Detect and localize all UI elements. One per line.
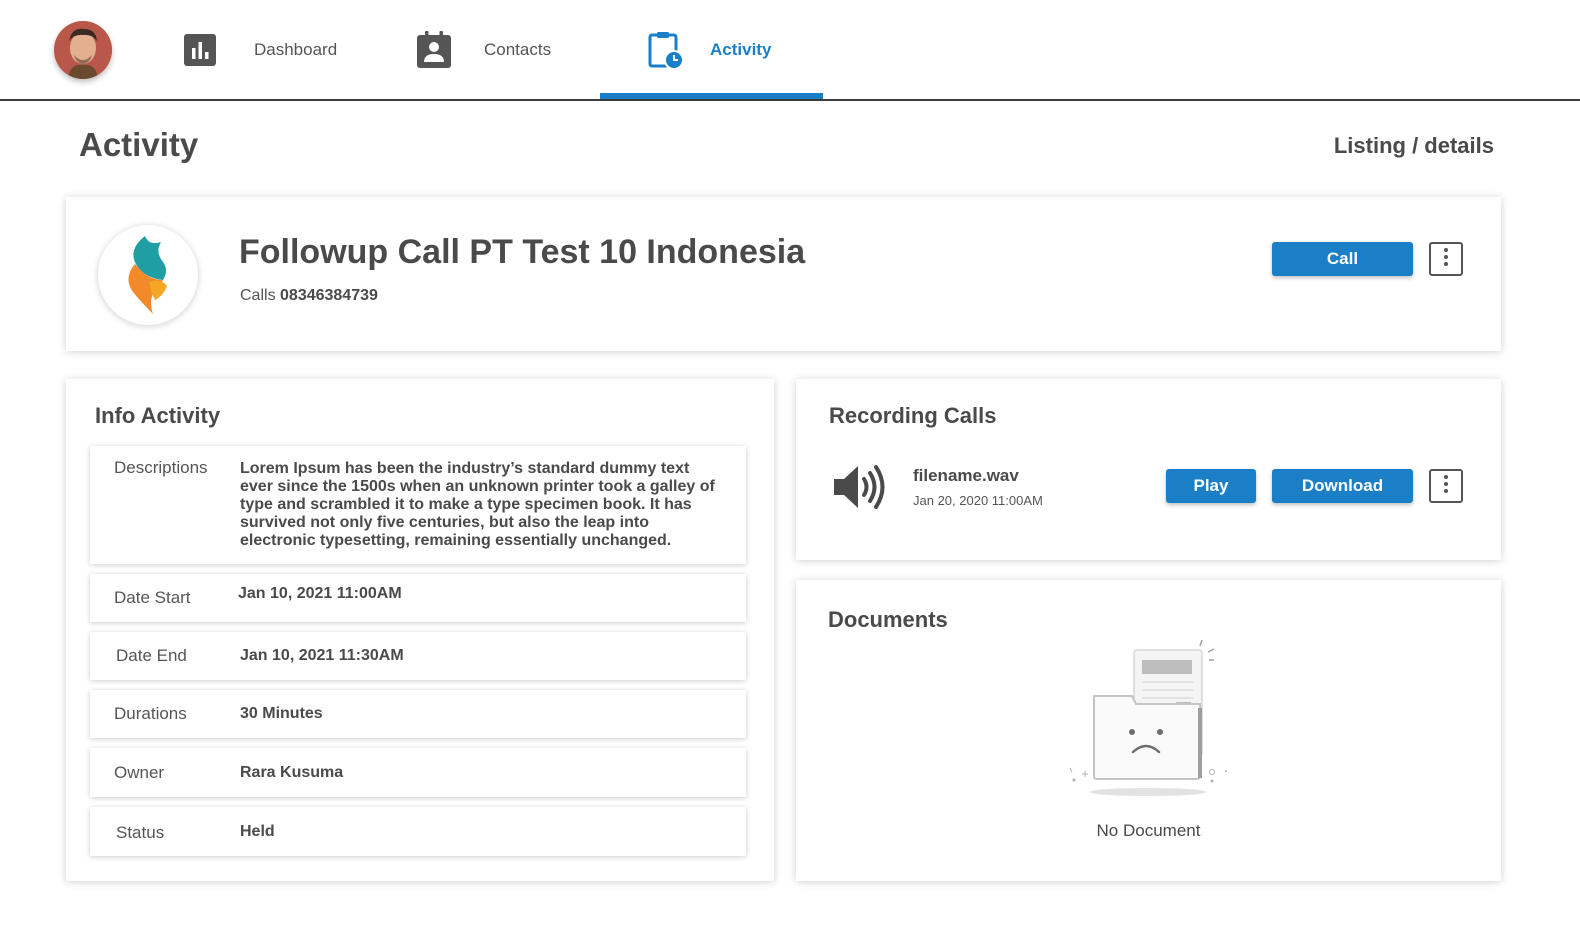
nav-item-dashboard[interactable]: Dashboard xyxy=(182,0,337,99)
info-activity-card: Info Activity Descriptions Lorem Ipsum h… xyxy=(66,379,774,881)
bar-chart-icon xyxy=(182,32,218,68)
more-vertical-icon xyxy=(1443,474,1449,499)
nav-label-contacts: Contacts xyxy=(484,39,552,59)
info-value: Held xyxy=(240,823,275,840)
speaker-icon xyxy=(832,463,886,516)
info-row-descriptions: Descriptions Lorem Ipsum has been the in… xyxy=(90,446,746,564)
empty-folder-illustration xyxy=(1066,638,1236,803)
play-button[interactable]: Play xyxy=(1166,469,1256,503)
activity-type-label: Calls xyxy=(240,287,276,304)
nav-item-activity[interactable]: Activity xyxy=(648,0,771,99)
info-row-durations: Durations 30 Minutes xyxy=(90,690,746,738)
recording-file-name: filename.wav xyxy=(913,466,1019,485)
info-value: Jan 10, 2021 11:30AM xyxy=(240,647,404,664)
info-value: Lorem Ipsum has been the industry’s stan… xyxy=(240,460,715,549)
no-document-text: No Document xyxy=(1096,821,1201,840)
info-row-date-start: Date Start Jan 10, 2021 11:00AM xyxy=(90,574,746,622)
nav-label-activity: Activity xyxy=(710,39,772,59)
contact-book-icon xyxy=(416,30,452,68)
info-label: Durations xyxy=(114,704,187,723)
info-label: Owner xyxy=(114,763,165,782)
info-value: 30 Minutes xyxy=(240,705,323,722)
activity-more-button[interactable] xyxy=(1429,242,1463,276)
more-vertical-icon xyxy=(1443,247,1449,272)
info-activity-title: Info Activity xyxy=(95,403,221,428)
company-logo xyxy=(98,225,198,325)
download-button[interactable]: Download xyxy=(1272,469,1413,503)
activity-header-card: Followup Call PT Test 10 Indonesia Calls… xyxy=(66,197,1501,351)
recording-more-button[interactable] xyxy=(1429,469,1463,503)
info-row-date-end: Date End Jan 10, 2021 11:30AM xyxy=(90,632,746,680)
info-label: Date End xyxy=(116,646,187,665)
activity-phone: 08346384739 xyxy=(280,287,378,304)
info-label: Status xyxy=(116,823,165,842)
clipboard-clock-icon xyxy=(648,31,684,70)
breadcrumb: Listing / details xyxy=(1333,133,1494,158)
user-avatar[interactable] xyxy=(54,21,112,79)
nav-label-dashboard: Dashboard xyxy=(254,39,338,59)
activity-subtitle: Calls 08346384739 xyxy=(240,287,378,305)
top-navigation: Dashboard Contacts Activity xyxy=(0,0,1580,101)
info-label: Date Start xyxy=(114,588,191,607)
info-row-owner: Owner Rara Kusuma xyxy=(90,748,746,797)
documents-card: Documents No Document xyxy=(796,580,1501,881)
recording-calls-title: Recording Calls xyxy=(829,403,997,428)
call-button[interactable]: Call xyxy=(1272,242,1413,276)
documents-title: Documents xyxy=(828,607,948,632)
info-value: Rara Kusuma xyxy=(240,764,344,781)
recording-file-date: Jan 20, 2020 11:00AM xyxy=(913,493,1043,508)
info-value: Jan 10, 2021 11:00AM xyxy=(238,585,402,602)
page-title: Activity xyxy=(79,126,199,163)
active-tab-indicator xyxy=(600,93,823,99)
info-row-status: Status Held xyxy=(90,807,746,856)
info-label: Descriptions xyxy=(114,458,208,477)
recording-calls-card: Recording Calls filename.wav Jan 20, 202… xyxy=(796,379,1501,560)
activity-title: Followup Call PT Test 10 Indonesia xyxy=(239,233,806,271)
nav-item-contacts[interactable]: Contacts xyxy=(416,0,551,99)
